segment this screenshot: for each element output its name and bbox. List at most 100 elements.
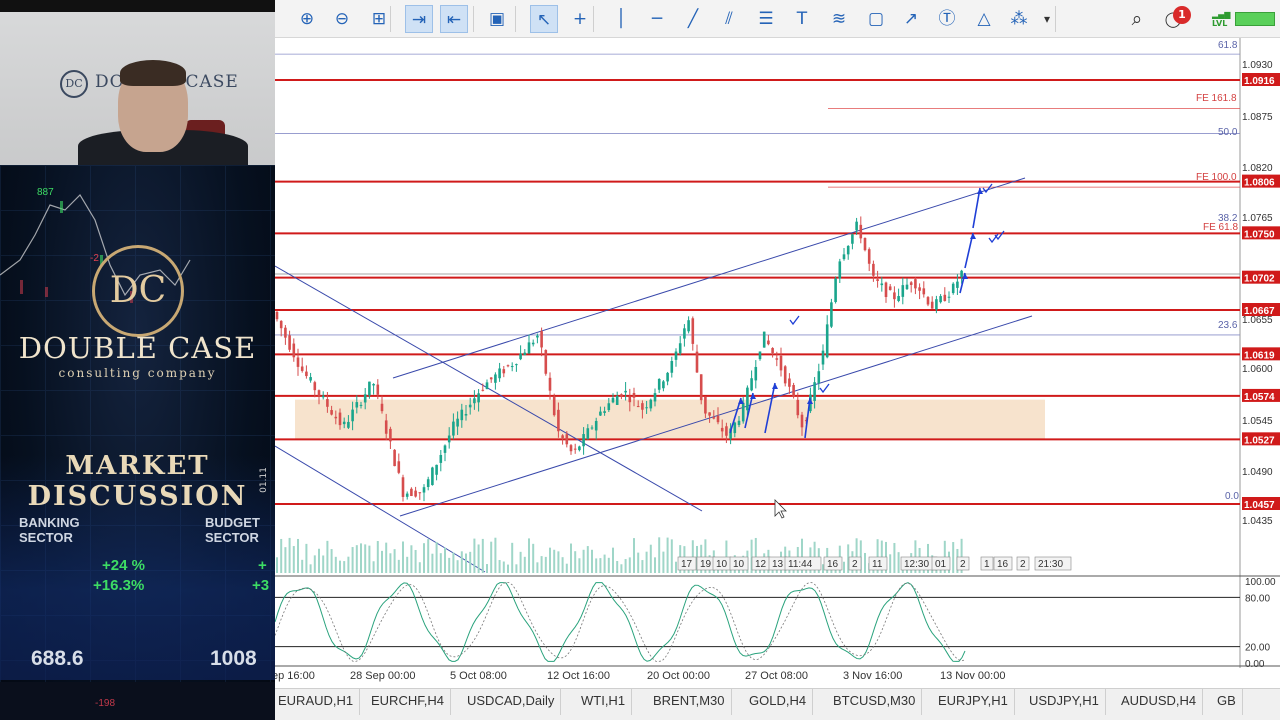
candle-body — [326, 399, 329, 407]
symbol-tab[interactable]: EURJPY,H1 — [932, 689, 1015, 715]
text-icon[interactable]: T — [788, 5, 816, 33]
vertical-date-text: 01.11 — [258, 467, 269, 493]
grid-icon[interactable]: ⊞ — [365, 5, 393, 33]
candle-body — [498, 368, 501, 379]
time-axis-label: 28 Sep 00:00 — [350, 670, 415, 682]
symbol-tab[interactable]: AUDUSD,H4 — [1115, 689, 1204, 715]
chart-canvas[interactable]: 17 19 10 10 12 13 11:44 16 2 11 12:30 01 2 1 16 2 21:30 1… — [275, 38, 1280, 688]
candle-body — [355, 402, 359, 408]
candle-body — [506, 365, 510, 367]
candle-body — [573, 448, 577, 450]
candle-body — [376, 384, 380, 395]
volume-bar — [393, 549, 396, 573]
discussion-title: DISCUSSION — [27, 481, 248, 512]
shapes-icon[interactable]: △ — [970, 5, 998, 33]
volume-bar — [893, 542, 896, 573]
volume-bar — [334, 556, 337, 573]
symbol-tab[interactable]: EURCHF,H4 — [365, 689, 451, 715]
promo-green-value: 887 — [37, 187, 54, 198]
price-chart[interactable]: 17 19 10 10 12 13 11:44 16 2 11 12:30 01 2 1 16 2 21:30 1… — [275, 38, 1280, 688]
candle-body — [305, 371, 308, 377]
webcam-top-bar — [0, 0, 275, 12]
time-axis-label: 13 Nov 00:00 — [940, 670, 1005, 682]
oscillator-axis-label: 0.00 — [1245, 659, 1265, 670]
candle-body — [485, 382, 489, 390]
autoscroll-icon[interactable]: ⇥ — [405, 5, 433, 33]
symbol-tab[interactable]: BRENT,M30 — [647, 689, 732, 715]
separator-label: 01 — [935, 559, 947, 570]
symbol-tab[interactable]: BTCUSD,M30 — [827, 689, 923, 715]
equidistant-channel-icon[interactable]: ⫽ — [715, 5, 743, 33]
candle-body — [733, 422, 737, 434]
rectangle-icon[interactable]: ▢ — [862, 5, 890, 33]
time-axis-label: 27 Oct 08:00 — [745, 670, 808, 682]
symbol-tab[interactable]: USDCAD,Daily — [461, 689, 562, 715]
signal-level-icon: ▂▄▆ LVL — [1212, 10, 1230, 28]
volume-bar — [322, 555, 325, 573]
candle-body — [452, 421, 455, 436]
notification-badge[interactable]: 1 — [1173, 6, 1191, 24]
candle-body — [641, 403, 644, 410]
volume-bar — [477, 544, 480, 573]
candle-body — [842, 254, 846, 260]
banking-value: 688.6 — [31, 647, 84, 670]
percent-change-2: +16.3% — [93, 577, 145, 594]
cursor-icon[interactable]: ↖ — [530, 5, 558, 33]
symbol-tab[interactable]: GOLD,H4 — [743, 689, 814, 715]
volume-bar — [423, 543, 425, 573]
candle-body — [872, 263, 875, 276]
volume-bar — [452, 552, 455, 573]
price-axis-label: 61.8 — [1218, 40, 1238, 51]
candle-body — [363, 394, 367, 403]
symbol-tab[interactable]: GB — [1211, 689, 1243, 715]
candle-body — [401, 477, 405, 497]
zoom-out-icon[interactable]: ⊖ — [328, 5, 356, 33]
screenshot-icon[interactable]: ▣ — [483, 5, 511, 33]
demand-zone — [295, 399, 1045, 440]
level-price-text: 1.0750 — [1244, 229, 1275, 240]
price-axis-label: FE 161.8 — [1196, 93, 1237, 104]
toolbar-separator — [1055, 6, 1056, 32]
separator-label: 11:44 — [788, 559, 813, 570]
dropdown-icon[interactable]: ▾ — [1040, 5, 1054, 33]
candle-body — [851, 234, 854, 244]
volume-bar — [616, 561, 619, 573]
candle-body — [519, 353, 522, 360]
symbol-tab[interactable]: WTI,H1 — [575, 689, 633, 715]
fibonacci-icon[interactable]: ☰ — [752, 5, 780, 33]
chart-shift-icon[interactable]: ⇤ — [440, 5, 468, 33]
zoom-in-icon[interactable]: ⊕ — [293, 5, 321, 33]
candle-body — [384, 420, 388, 434]
candle-body — [456, 418, 459, 427]
volume-bar — [889, 554, 892, 573]
level-price-text: 1.0619 — [1244, 350, 1275, 361]
symbol-tab[interactable]: USDJPY,H1 — [1023, 689, 1106, 715]
toolbar-separator — [473, 6, 474, 32]
objects-icon[interactable]: ⁂ — [1005, 5, 1033, 33]
vertical-line-icon[interactable]: │ — [607, 5, 635, 33]
crosshair-icon[interactable]: + — [566, 5, 594, 33]
candle-body — [792, 385, 795, 397]
text-label-icon[interactable]: Ⓣ — [933, 5, 961, 33]
trendline-icon[interactable]: ╱ — [679, 5, 707, 33]
candle-body — [397, 461, 401, 473]
candle-body — [918, 287, 921, 291]
candle-body — [956, 281, 959, 288]
promo-bottom-strip — [0, 682, 275, 720]
candle-body — [561, 435, 564, 439]
candle-body — [565, 434, 569, 445]
volume-bar — [670, 539, 673, 573]
fibo-fan-icon[interactable]: ≋ — [825, 5, 853, 33]
candle-body — [615, 395, 619, 405]
horizontal-line-icon[interactable]: ─ — [643, 5, 671, 33]
candle-body — [741, 402, 745, 422]
candle-body — [821, 350, 825, 365]
separator-label: 12:30 — [904, 559, 929, 570]
symbol-tab[interactable]: EURAUD,H1 — [272, 689, 361, 715]
candle-body — [893, 292, 896, 300]
separator-label: 17 — [681, 559, 693, 570]
candle-body — [632, 392, 636, 398]
arrow-line-icon[interactable]: ↗ — [897, 5, 925, 33]
search-icon[interactable]: ⌕ — [1123, 5, 1151, 33]
candle-body — [389, 428, 392, 442]
